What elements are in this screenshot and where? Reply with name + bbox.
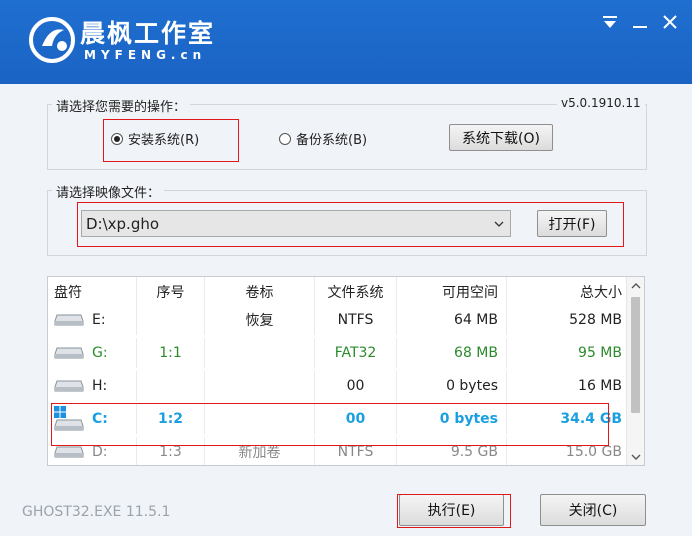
header-volume: 卷标 <box>204 277 314 307</box>
open-button[interactable]: 打开(F) <box>537 210 607 237</box>
volume-label <box>204 404 314 434</box>
partition-table: 盘符 序号 卷标 文件系统 可用空间 总大小 E: 恢复 NTFS 64 MB … <box>47 276 645 466</box>
drive-letter: G: <box>92 345 108 361</box>
radio-selected-icon <box>111 132 123 145</box>
total-size: 95 MB <box>506 338 628 368</box>
free-space: 68 MB <box>396 338 506 368</box>
partition-index <box>136 371 204 401</box>
install-radio-label: 安装系统(R) <box>128 133 200 148</box>
close-icon[interactable] <box>658 10 682 34</box>
file-system: 00 <box>314 404 396 434</box>
install-radio[interactable]: 安装系统(R) <box>111 129 199 148</box>
table-row[interactable]: G: 1:1 FAT32 68 MB 95 MB <box>48 338 628 368</box>
header-drive: 盘符 <box>54 285 82 301</box>
hard-drive-icon <box>54 347 84 359</box>
operation-label: 请选择您需要的操作： <box>52 96 191 115</box>
free-space: 64 MB <box>396 305 506 335</box>
table-row[interactable]: H: 00 0 bytes 16 MB <box>48 371 628 401</box>
download-button[interactable]: 系统下载(O) <box>449 124 553 151</box>
header-index: 序号 <box>136 277 204 307</box>
volume-label <box>204 371 314 401</box>
header-filesystem: 文件系统 <box>314 277 396 307</box>
ghost-version: GHOST32.EXE 11.5.1 <box>22 504 171 520</box>
header-total: 总大小 <box>506 277 628 307</box>
free-space: 9.5 GB <box>396 437 506 465</box>
scroll-up-icon[interactable] <box>627 277 644 294</box>
logo-icon <box>29 17 75 63</box>
volume-label: 恢复 <box>204 305 314 335</box>
hard-drive-icon <box>54 419 84 431</box>
scroll-thumb[interactable] <box>631 297 640 413</box>
total-size: 528 MB <box>506 305 628 335</box>
minimize-icon[interactable] <box>628 10 652 34</box>
volume-label: 新加卷 <box>204 437 314 465</box>
partition-index: 1:3 <box>136 437 204 465</box>
file-system: NTFS <box>314 437 396 465</box>
image-path-value: D:\xp.gho <box>86 214 160 233</box>
table-row[interactable]: D: 1:3 新加卷 NTFS 9.5 GB 15.0 GB <box>48 437 628 465</box>
drive-letter: D: <box>92 444 108 460</box>
table-header: 盘符 序号 卷标 文件系统 可用空间 总大小 <box>48 277 628 307</box>
image-label: 请选择映像文件： <box>52 182 165 201</box>
brand-domain: MYFENG.cn <box>84 48 207 62</box>
table-row[interactable]: C: 1:2 00 0 bytes 34.4 GB <box>48 404 628 434</box>
radio-unselected-icon <box>279 132 291 145</box>
hard-drive-icon <box>54 446 84 458</box>
volume-label <box>204 338 314 368</box>
partition-index: 1:1 <box>136 338 204 368</box>
free-space: 0 bytes <box>396 371 506 401</box>
table-row[interactable]: E: 恢复 NTFS 64 MB 528 MB <box>48 305 628 335</box>
file-system: 00 <box>314 371 396 401</box>
drive-letter: H: <box>92 378 108 394</box>
title-bar: 晨枫工作室 MYFENG.cn <box>0 0 692 84</box>
total-size: 15.0 GB <box>506 437 628 465</box>
chevron-down-icon <box>494 221 504 227</box>
scroll-down-icon[interactable] <box>627 448 644 465</box>
version-label: v5.0.1910.11 <box>557 96 645 110</box>
menu-icon[interactable] <box>598 10 622 34</box>
file-system: FAT32 <box>314 338 396 368</box>
total-size: 16 MB <box>506 371 628 401</box>
backup-radio-label: 备份系统(B) <box>296 133 368 148</box>
windows-icon <box>54 406 66 418</box>
hard-drive-icon <box>54 314 84 326</box>
execute-button[interactable]: 执行(E) <box>399 494 504 526</box>
partition-index <box>136 305 204 335</box>
file-system: NTFS <box>314 305 396 335</box>
partition-index: 1:2 <box>136 404 204 434</box>
close-button[interactable]: 关闭(C) <box>540 494 646 526</box>
brand-name: 晨枫工作室 <box>80 19 216 48</box>
table-scrollbar[interactable] <box>626 277 644 465</box>
free-space: 0 bytes <box>396 404 506 434</box>
backup-radio[interactable]: 备份系统(B) <box>279 129 367 148</box>
total-size: 34.4 GB <box>506 404 628 434</box>
drive-letter: E: <box>92 312 106 328</box>
hard-drive-icon <box>54 380 84 392</box>
header-free: 可用空间 <box>396 277 506 307</box>
drive-letter: C: <box>92 411 108 427</box>
image-path-select[interactable]: D:\xp.gho <box>81 210 511 237</box>
